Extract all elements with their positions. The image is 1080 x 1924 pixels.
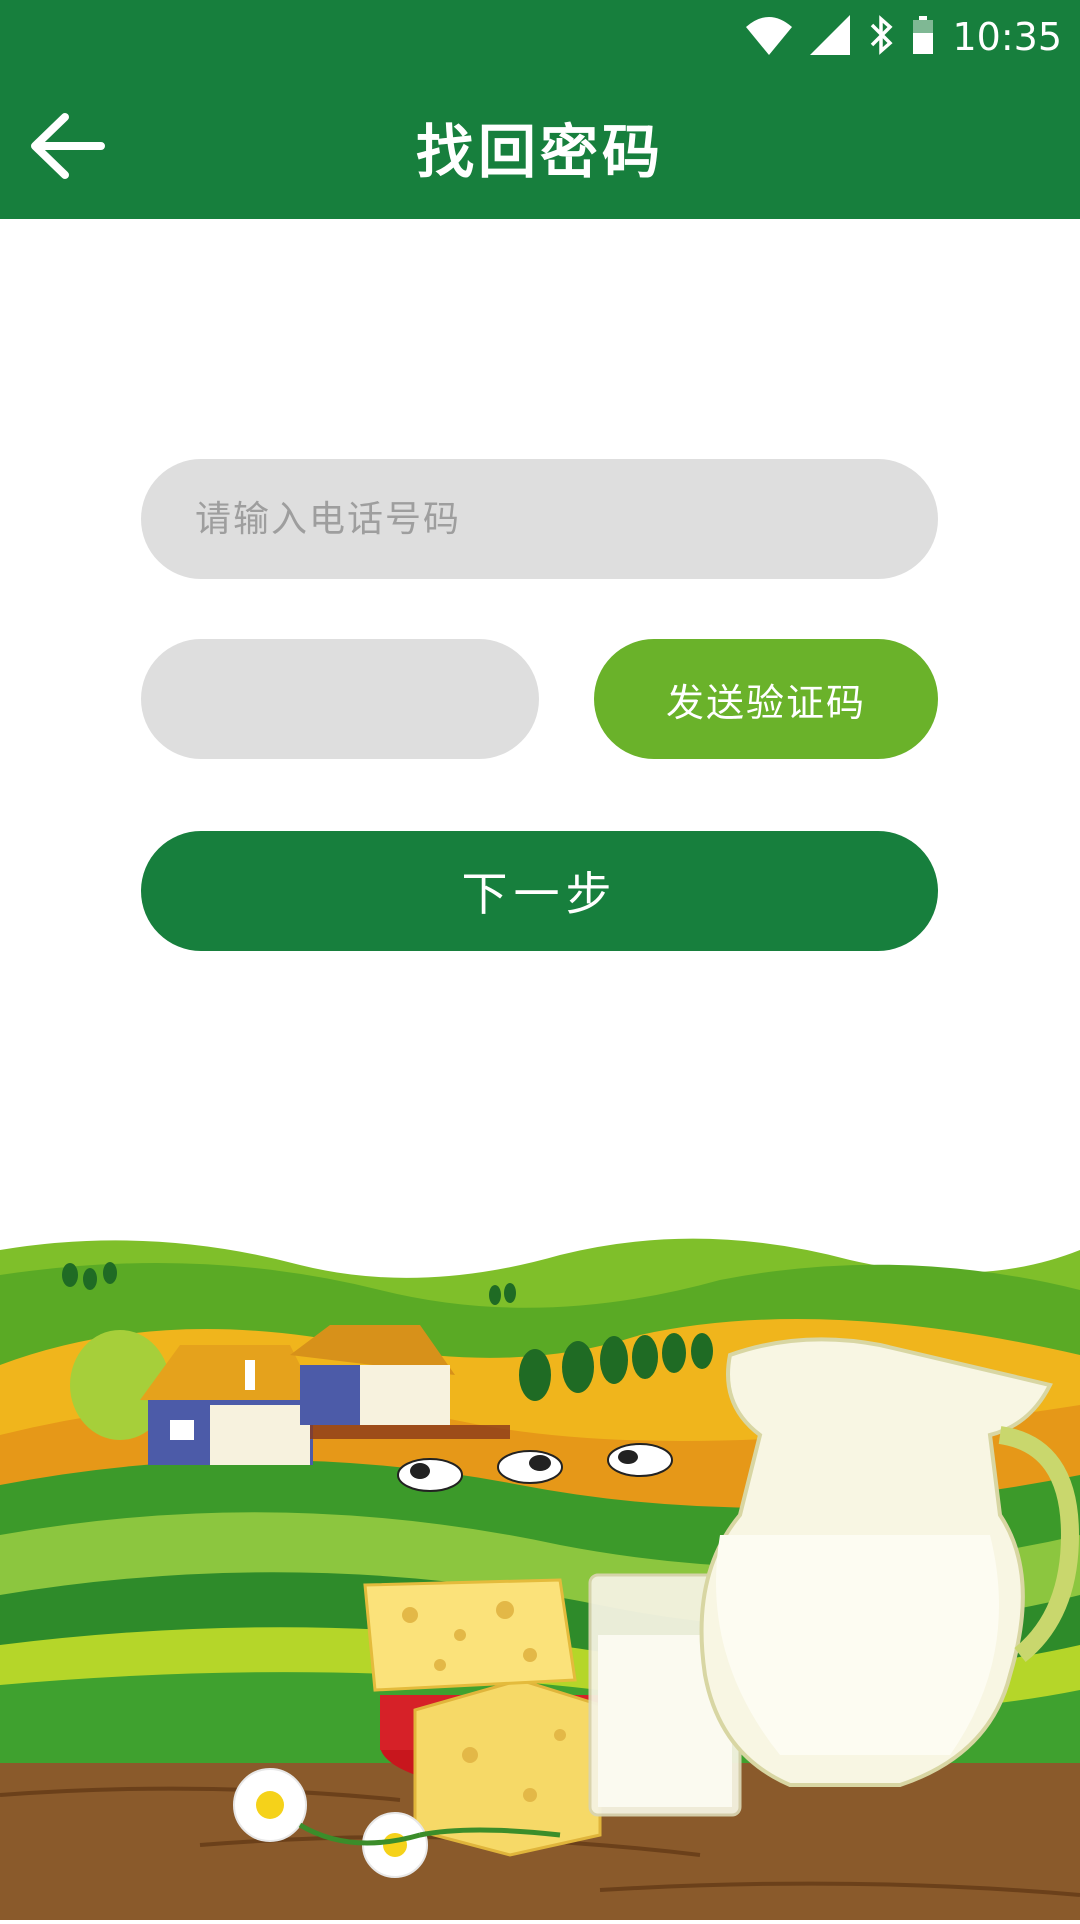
- status-time: 10:35: [952, 15, 1062, 59]
- farm-illustration: [0, 1235, 1080, 1920]
- phone-input[interactable]: [141, 459, 938, 579]
- status-icons: 10:35: [746, 14, 1062, 60]
- app-bar: 找回密码: [0, 75, 1080, 219]
- next-step-button[interactable]: 下一步: [141, 831, 938, 951]
- wifi-icon: [746, 15, 793, 59]
- send-code-button[interactable]: 发送验证码: [594, 639, 938, 759]
- status-bar: 10:35: [0, 0, 1080, 75]
- battery-icon: [912, 15, 934, 59]
- bluetooth-icon: [868, 15, 894, 59]
- cell-signal-icon: [810, 15, 851, 59]
- verification-code-input[interactable]: [141, 639, 539, 759]
- page-title: 找回密码: [415, 118, 664, 186]
